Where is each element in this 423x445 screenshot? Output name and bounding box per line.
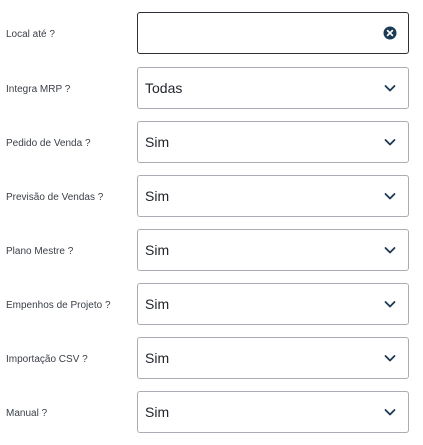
chevron-down-icon[interactable] (382, 80, 398, 96)
pedido-de-venda-selected-value: Sim (145, 134, 170, 150)
chevron-down-icon[interactable] (382, 134, 398, 150)
empenhos-de-projeto-select[interactable]: Sim (137, 283, 409, 325)
plano-mestre-selected-value: Sim (145, 242, 170, 258)
importacao-csv-select[interactable]: Sim (137, 337, 409, 379)
field-label-local-ate: Local até ? (6, 28, 55, 40)
row-previsao-de-vendas: Previsão de Vendas ? Sim (0, 175, 423, 219)
plano-mestre-select[interactable]: Sim (137, 229, 409, 271)
clear-icon[interactable] (382, 25, 398, 41)
row-pedido-de-venda: Pedido de Venda ? Sim (0, 121, 423, 165)
field-label-integra-mrp: Integra MRP ? (6, 83, 71, 95)
row-manual: Manual ? Sim (0, 391, 423, 435)
previsao-de-vendas-select[interactable]: Sim (137, 175, 409, 217)
field-label-manual: Manual ? (6, 407, 48, 419)
previsao-de-vendas-selected-value: Sim (145, 188, 170, 204)
chevron-down-icon[interactable] (382, 242, 398, 258)
row-plano-mestre: Plano Mestre ? Sim (0, 229, 423, 273)
field-label-pedido-de-venda: Pedido de Venda ? (6, 137, 91, 149)
integra-mrp-select[interactable]: Todas (137, 67, 409, 109)
parameters-form: Local até ? Integra MRP ? Todas Pedido d… (0, 0, 423, 445)
field-label-previsao-de-vendas: Previsão de Vendas ? (6, 191, 104, 203)
pedido-de-venda-select[interactable]: Sim (137, 121, 409, 163)
manual-selected-value: Sim (145, 404, 170, 420)
field-label-empenhos-de-projeto: Empenhos de Projeto ? (6, 299, 111, 311)
local-ate-input[interactable] (138, 13, 382, 53)
chevron-down-icon[interactable] (382, 350, 398, 366)
empenhos-de-projeto-selected-value: Sim (145, 296, 170, 312)
row-empenhos-de-projeto: Empenhos de Projeto ? Sim (0, 283, 423, 327)
local-ate-input-container[interactable] (137, 12, 409, 54)
row-importacao-csv: Importação CSV ? Sim (0, 337, 423, 381)
manual-select[interactable]: Sim (137, 391, 409, 433)
chevron-down-icon[interactable] (382, 296, 398, 312)
row-integra-mrp: Integra MRP ? Todas (0, 67, 423, 111)
chevron-down-icon[interactable] (382, 404, 398, 420)
field-label-importacao-csv: Importação CSV ? (6, 353, 88, 365)
field-label-plano-mestre: Plano Mestre ? (6, 245, 74, 257)
row-local-ate: Local até ? (0, 12, 423, 56)
integra-mrp-selected-value: Todas (145, 80, 183, 96)
importacao-csv-selected-value: Sim (145, 350, 170, 366)
chevron-down-icon[interactable] (382, 188, 398, 204)
